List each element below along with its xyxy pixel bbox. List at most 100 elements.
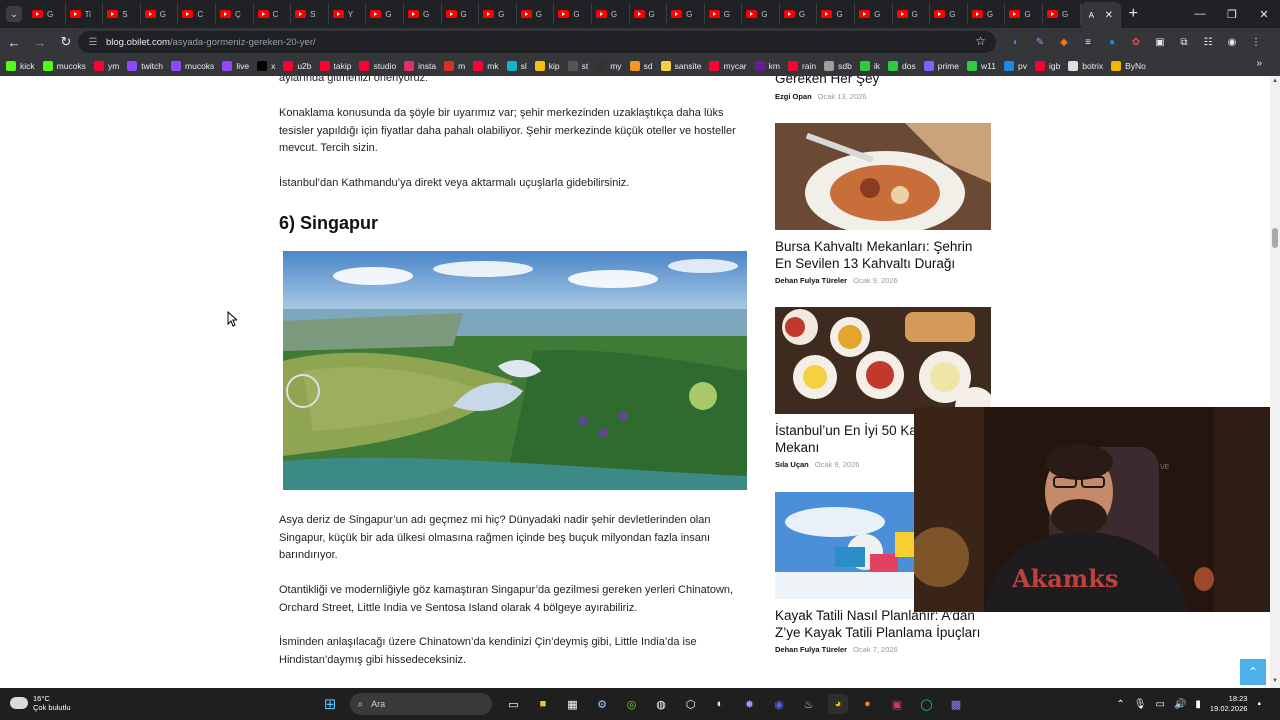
browser-tab[interactable]: G (404, 3, 442, 25)
bookmark-item[interactable]: rain (787, 61, 816, 71)
task-view-icon[interactable]: ▭ (504, 694, 524, 714)
app-icon[interactable]: ⬡ (681, 694, 701, 714)
bookmark-item[interactable]: st (567, 61, 588, 71)
extension-icon[interactable]: ≡ (1076, 30, 1100, 54)
bookmark-item[interactable]: sdb (824, 61, 852, 71)
bookmark-item[interactable]: ym (93, 61, 119, 71)
post-author[interactable]: Ezgi Opan (775, 92, 812, 101)
maximize-button[interactable]: ❐ (1216, 0, 1248, 28)
bookmark-item[interactable]: ik (859, 61, 880, 71)
bookmark-item[interactable]: sansite (660, 61, 701, 71)
bookmark-item[interactable]: mucoks (42, 61, 86, 71)
browser-tab[interactable]: G (366, 3, 404, 25)
windows-start-icon[interactable]: ⊞ (320, 694, 340, 714)
bookmark-item[interactable]: mycar (709, 61, 747, 71)
minimize-button[interactable]: — (1184, 0, 1216, 28)
battery-icon[interactable]: ▮ (1195, 699, 1201, 710)
settings-gear-icon[interactable]: ⚙ (592, 694, 612, 714)
bookmark-item[interactable]: mucoks (171, 61, 214, 71)
browser-tab[interactable]: S (103, 3, 141, 25)
clock[interactable]: 18:23 19.02.2026 (1210, 694, 1248, 714)
extension-icon[interactable]: ● (1100, 30, 1124, 54)
browser-tab[interactable]: G (667, 3, 705, 25)
browser-tab[interactable]: G (742, 3, 780, 25)
post-author[interactable]: Sıla Uçan (775, 460, 809, 469)
reading-list-icon[interactable]: ☷ (1196, 30, 1220, 54)
bookmark-item[interactable]: botrix (1068, 61, 1103, 71)
browser-menu-icon[interactable]: ⋮ (1244, 30, 1268, 54)
browser-tab[interactable]: S (291, 3, 329, 25)
bookmark-item[interactable]: mk (473, 61, 499, 71)
browser-tab[interactable]: G (141, 3, 179, 25)
bookmark-item[interactable]: twitch (127, 61, 163, 71)
post-author[interactable]: Dehan Fulya Türeler (775, 276, 847, 285)
browser-tab[interactable]: G (930, 3, 968, 25)
forward-button[interactable]: → (28, 30, 52, 54)
browser-tab[interactable]: C (178, 3, 216, 25)
browser-tab[interactable]: G (1005, 3, 1044, 25)
browser-tab[interactable]: G (592, 3, 630, 25)
tab-search-button[interactable]: ⌄ (6, 6, 22, 22)
close-tab-icon[interactable]: ✕ (1105, 10, 1113, 21)
bookmark-item[interactable]: m (444, 61, 465, 71)
bookmark-item[interactable]: studio (359, 61, 396, 71)
volume-icon[interactable]: 🔊 (1174, 699, 1186, 710)
firefox-icon[interactable]: ● (858, 694, 878, 714)
post-thumbnail[interactable] (775, 307, 991, 414)
bookmarks-overflow-icon[interactable]: » (1256, 58, 1262, 69)
bookmark-item[interactable]: takip (319, 61, 351, 71)
extension-icon[interactable]: ◆ (1052, 30, 1076, 54)
bookmark-item[interactable]: km (754, 61, 780, 71)
bookmark-item[interactable]: insta (404, 61, 436, 71)
active-browser-tab[interactable]: A ✕ (1080, 2, 1121, 28)
extension-icon[interactable]: ◐ (1004, 30, 1028, 54)
app-icon[interactable]: ◐ (710, 694, 730, 714)
bookmark-item[interactable]: u2b (283, 61, 312, 71)
bookmark-item[interactable]: igb (1034, 61, 1060, 71)
browser-tab[interactable]: G (780, 3, 818, 25)
bookmark-item[interactable]: ByNo (1111, 61, 1146, 71)
steam-icon[interactable]: ♨ (799, 694, 819, 714)
scroll-down-icon[interactable]: ▼ (1272, 678, 1278, 684)
extension-icon[interactable]: ▣ (1148, 30, 1172, 54)
chevron-up-icon[interactable]: ⌃ (1116, 699, 1124, 710)
browser-tab[interactable]: G (28, 3, 66, 25)
calculator-icon[interactable]: ▩ (946, 694, 966, 714)
notification-icon[interactable]: ▪ (1257, 699, 1261, 710)
file-explorer-icon[interactable]: ■ (533, 694, 553, 714)
browser-tab[interactable]: G (893, 3, 931, 25)
post-title-link[interactable]: Gereken Her Şey (775, 76, 991, 87)
obs-icon[interactable]: ◍ (651, 694, 671, 714)
store-icon[interactable]: ▦ (563, 694, 583, 714)
browser-tab[interactable]: G (1043, 3, 1081, 25)
browser-tab[interactable]: G (705, 3, 743, 25)
back-button[interactable]: ← (2, 30, 26, 54)
browser-tab[interactable]: G (630, 3, 668, 25)
weather-widget[interactable]: 16°C Çok bulutlu (10, 694, 71, 712)
bookmark-item[interactable]: kick (6, 61, 35, 71)
scrollbar-thumb[interactable] (1272, 228, 1278, 248)
scroll-up-icon[interactable]: ▲ (1272, 78, 1278, 84)
bookmark-item[interactable]: sd (629, 61, 653, 71)
browser-tab[interactable]: G (554, 3, 592, 25)
address-bar[interactable]: ☰ blog.obilet.com/asyada-gormeniz-gereke… (78, 31, 996, 53)
instagram-icon[interactable]: ▣ (887, 694, 907, 714)
browser-tab[interactable]: Y (329, 3, 367, 25)
bookmark-item[interactable]: pv (1003, 61, 1027, 71)
browser-tab[interactable]: G (517, 3, 555, 25)
browser-tab[interactable]: G (817, 3, 856, 25)
reload-button[interactable]: ↻ (54, 30, 78, 54)
site-info-icon[interactable]: ☰ (86, 35, 100, 49)
extension-icon[interactable]: ✎ (1028, 30, 1052, 54)
profile-avatar-icon[interactable]: ◉ (1220, 30, 1244, 54)
extension-icon[interactable]: ✿ (1124, 30, 1148, 54)
browser-tab[interactable]: Ç (216, 3, 254, 25)
browser-tab[interactable]: G (442, 3, 480, 25)
whatsapp-icon[interactable]: ◯ (917, 694, 937, 714)
post-author[interactable]: Dehan Fulya Türeler (775, 645, 847, 654)
network-icon[interactable]: ▭ (1155, 699, 1164, 710)
bookmark-item[interactable]: prime (923, 61, 959, 71)
browser-tab[interactable]: G (479, 3, 517, 25)
bookmark-item[interactable]: sl (506, 61, 527, 71)
bookmark-item[interactable]: my (596, 61, 622, 71)
